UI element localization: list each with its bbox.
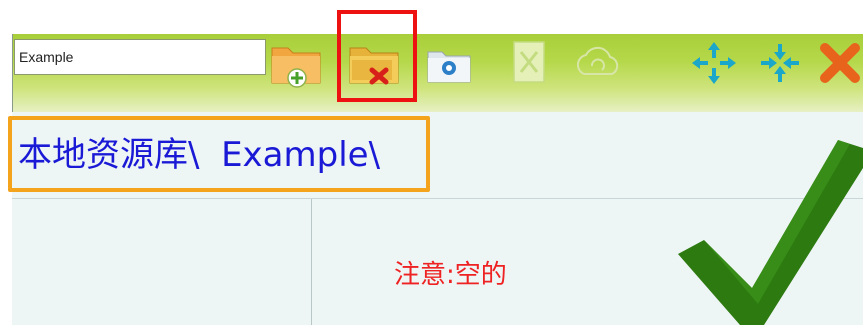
add-folder-button[interactable] — [268, 38, 324, 88]
folder-settings-button[interactable] — [422, 38, 478, 88]
expand-button[interactable] — [686, 38, 742, 88]
cloud-sync-button[interactable] — [570, 38, 626, 88]
library-name-input[interactable] — [14, 39, 266, 75]
close-icon — [820, 43, 860, 83]
folder-tree-pane[interactable] — [12, 199, 312, 325]
expand-arrows-icon — [692, 42, 736, 84]
excel-export-button[interactable] — [500, 38, 556, 88]
collapse-button[interactable] — [752, 38, 808, 88]
close-button[interactable] — [817, 38, 863, 88]
checkmark-icon — [678, 140, 863, 325]
empty-notice: 注意:空的 — [394, 260, 507, 290]
folder-settings-icon — [427, 51, 471, 83]
breadcrumb-path[interactable]: 本地资源库\ Example\ — [18, 130, 380, 180]
add-folder-icon — [271, 47, 321, 88]
collapse-arrows-icon — [761, 44, 799, 82]
excel-export-icon — [513, 41, 545, 83]
cloud-sync-icon — [576, 46, 619, 75]
delete-button-highlight — [337, 10, 417, 102]
